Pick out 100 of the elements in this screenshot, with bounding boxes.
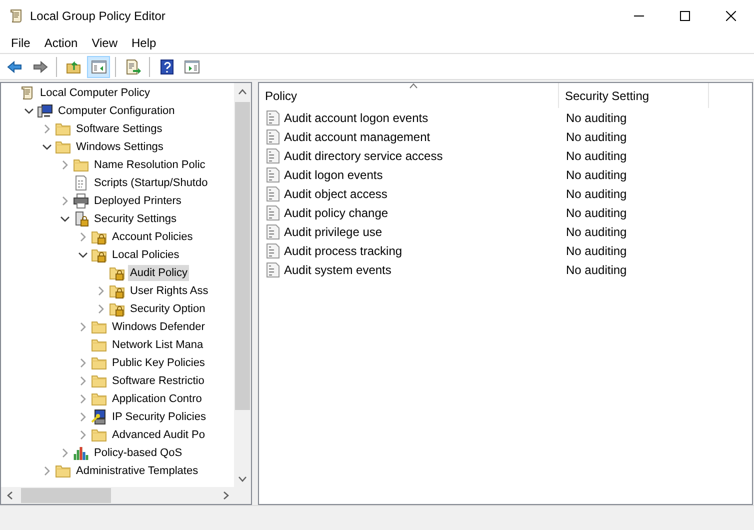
- expand-chevron-icon[interactable]: [43, 124, 51, 134]
- back-arrow-icon: [6, 58, 22, 74]
- expand-chevron-icon[interactable]: [79, 412, 87, 422]
- tree-item[interactable]: IP Security Policies: [110, 409, 208, 425]
- locked-folder-icon: [91, 229, 107, 245]
- tree-item[interactable]: Account Policies: [110, 229, 195, 245]
- computer-icon: [37, 103, 53, 119]
- close-icon: [726, 11, 736, 21]
- vertical-scrollbar[interactable]: [234, 83, 251, 487]
- help-icon: [158, 58, 174, 74]
- expand-chevron-icon[interactable]: [61, 160, 69, 170]
- expand-chevron-icon[interactable]: [79, 322, 87, 332]
- collapse-chevron-icon[interactable]: [24, 107, 34, 115]
- column-header[interactable]: Policy: [259, 83, 559, 108]
- table-cell-text: No auditing: [565, 244, 627, 258]
- expand-chevron-icon[interactable]: [61, 448, 69, 458]
- folder-icon: [55, 121, 71, 137]
- folder-icon: [91, 373, 107, 389]
- scroll-right-icon[interactable]: [222, 491, 228, 500]
- expand-chevron-icon[interactable]: [97, 304, 105, 314]
- table-cell: Audit privilege use: [284, 224, 382, 238]
- scroll-icon: [19, 85, 35, 101]
- expand-chevron-icon[interactable]: [79, 394, 87, 404]
- table-cell: Audit policy change: [284, 206, 388, 220]
- policy-document-icon: [265, 128, 281, 144]
- table-cell: Audit directory service access: [284, 148, 443, 162]
- menu-item[interactable]: View: [84, 36, 124, 50]
- policy-document-icon: [265, 242, 281, 258]
- tree-item[interactable]: Computer Configuration: [56, 103, 177, 119]
- policy-document-icon: [265, 110, 281, 126]
- collapse-chevron-icon[interactable]: [78, 251, 88, 259]
- tree-item[interactable]: Security Option: [128, 301, 208, 317]
- export-list-icon: [124, 58, 140, 74]
- policy-document-icon: [265, 204, 281, 220]
- expand-chevron-icon[interactable]: [79, 430, 87, 440]
- locked-folder-icon: [109, 265, 125, 281]
- menu-item[interactable]: File: [4, 36, 38, 50]
- policy-document-icon: [265, 186, 281, 202]
- table-cell: Audit logon events: [284, 168, 383, 182]
- tree-item[interactable]: Deployed Printers: [92, 193, 184, 209]
- computer-key-icon: [91, 409, 107, 425]
- tree-item[interactable]: Network List Mana: [110, 337, 206, 353]
- tree-item[interactable]: User Rights Ass: [128, 283, 210, 299]
- scroll-left-icon[interactable]: [6, 491, 12, 500]
- collapse-chevron-icon[interactable]: [42, 143, 52, 151]
- table-cell-text: No auditing: [565, 262, 627, 276]
- table-cell: Audit account logon events: [284, 110, 428, 124]
- policy-document-icon: [265, 148, 281, 164]
- tree-item[interactable]: Policy-based QoS: [92, 445, 184, 461]
- policy-document-icon: [265, 262, 281, 278]
- menu-item[interactable]: Help: [124, 36, 164, 50]
- tree-pane-icon: [90, 58, 106, 74]
- tree-item[interactable]: Administrative Templates: [74, 463, 200, 479]
- expand-chevron-icon[interactable]: [79, 232, 87, 242]
- scroll-down-icon[interactable]: [238, 476, 247, 482]
- tree-item[interactable]: Application Contro: [110, 391, 204, 407]
- table-cell-text: No auditing: [565, 148, 627, 162]
- tree-item[interactable]: Software Restrictio: [110, 373, 206, 389]
- script-icon: [73, 175, 89, 191]
- horizontal-scrollbar[interactable]: [1, 487, 234, 504]
- scroll-up-icon[interactable]: [238, 88, 247, 94]
- table-cell-text: No auditing: [565, 224, 627, 238]
- bar-chart-icon: [73, 445, 89, 461]
- tree-item[interactable]: Windows Settings: [74, 139, 166, 155]
- table-cell: Audit system events: [284, 262, 392, 276]
- folder-icon: [91, 337, 107, 353]
- tree-item[interactable]: Audit Policy: [128, 265, 190, 281]
- tree-item[interactable]: Scripts (Startup/Shutdo: [92, 175, 210, 191]
- expand-chevron-icon[interactable]: [61, 196, 69, 206]
- tree-item[interactable]: Local Computer Policy: [38, 85, 152, 101]
- column-header[interactable]: Security Setting: [559, 83, 709, 108]
- tree-item[interactable]: Public Key Policies: [110, 355, 207, 371]
- expand-chevron-icon[interactable]: [79, 358, 87, 368]
- folder-up-icon: [66, 58, 82, 74]
- folder-icon: [55, 463, 71, 479]
- table-cell-text: No auditing: [565, 168, 627, 182]
- folder-icon: [55, 139, 71, 155]
- table-cell: Audit process tracking: [284, 244, 402, 258]
- collapse-chevron-icon[interactable]: [60, 215, 70, 223]
- printer-icon: [73, 193, 89, 209]
- expand-chevron-icon[interactable]: [43, 466, 51, 476]
- folder-icon: [91, 319, 107, 335]
- expand-chevron-icon[interactable]: [97, 286, 105, 296]
- table-cell-text: No auditing: [565, 186, 627, 200]
- folder-icon: [91, 391, 107, 407]
- locked-folder-icon: [109, 301, 125, 317]
- tree-item[interactable]: Security Settings: [92, 211, 179, 227]
- tree-item[interactable]: Windows Defender: [110, 319, 207, 335]
- tree-item[interactable]: Software Settings: [74, 121, 164, 137]
- window-title: Local Group Policy Editor: [30, 9, 166, 23]
- locked-folder-icon: [91, 247, 107, 263]
- policy-document-icon: [265, 166, 281, 182]
- menu-item[interactable]: Action: [37, 36, 85, 50]
- folder-icon: [91, 355, 107, 371]
- tree-item[interactable]: Local Policies: [110, 247, 182, 263]
- action-pane-icon: [184, 58, 200, 74]
- expand-chevron-icon[interactable]: [79, 376, 87, 386]
- tree-item[interactable]: Advanced Audit Po: [110, 427, 207, 443]
- tree-item[interactable]: Name Resolution Polic: [92, 157, 208, 173]
- sort-icon: [409, 83, 418, 89]
